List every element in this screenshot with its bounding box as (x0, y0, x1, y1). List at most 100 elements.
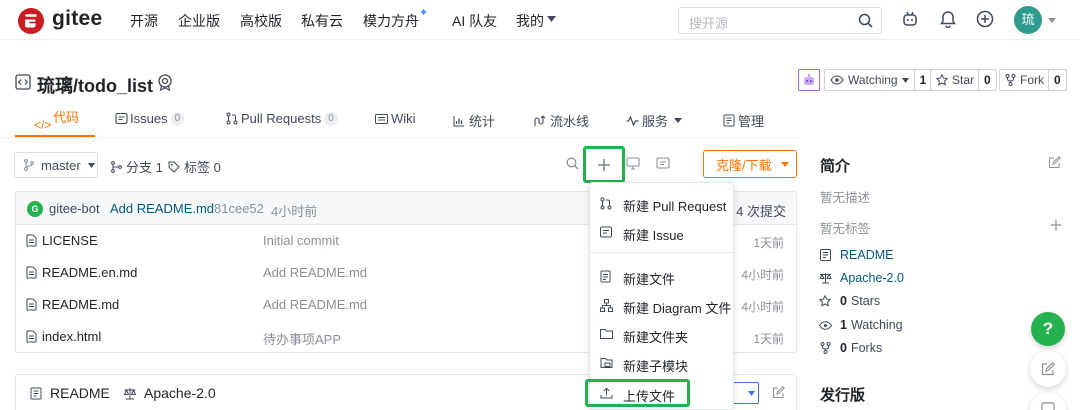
tab-pull-requests[interactable]: Pull Requests 0 (226, 111, 338, 126)
sidebar-readme-link[interactable]: README (820, 248, 893, 262)
star-icon (819, 295, 831, 307)
file-name[interactable]: index.html (42, 329, 101, 344)
menu-new-issue[interactable]: 新建 Issue (590, 219, 733, 247)
watch-count[interactable]: 1 (913, 70, 932, 90)
issue-icon (115, 112, 128, 125)
folder-icon (600, 328, 613, 339)
tab-manage[interactable]: 管理 (723, 111, 764, 130)
star-button[interactable]: Star 0 (930, 69, 997, 91)
code-snippet-icon[interactable] (656, 157, 670, 169)
star-count[interactable]: 0 (978, 70, 996, 90)
file-commit-message[interactable]: Initial commit (263, 233, 339, 248)
nav-ai-teammate[interactable]: AI 队友 (452, 11, 497, 31)
file-name[interactable]: README.en.md (42, 265, 137, 280)
commit-author[interactable]: gitee-bot (49, 201, 100, 216)
edit-intro-icon[interactable] (1048, 156, 1061, 169)
add-tag-icon[interactable] (1050, 219, 1062, 231)
tab-pull-requests-label: Pull Requests (241, 111, 322, 126)
bell-icon[interactable] (940, 10, 956, 28)
file-search-icon[interactable] (566, 157, 579, 170)
tab-code-label: 代码 (53, 110, 80, 125)
plus-circle-icon[interactable] (976, 10, 994, 28)
scale-icon (819, 272, 832, 284)
feedback-button[interactable] (1030, 351, 1066, 387)
nav-private-cloud[interactable]: 私有云 (301, 11, 343, 31)
clone-caret-icon (780, 161, 789, 167)
nav-education[interactable]: 高校版 (240, 11, 282, 31)
file-commit-message[interactable]: Add README.md (263, 265, 367, 280)
sparkle-icon: ✦ (419, 7, 429, 19)
branch-caret-icon (87, 162, 95, 168)
sidebar-watching[interactable]: 1 Watching (819, 318, 903, 332)
fork-button[interactable]: Fork 0 (999, 69, 1067, 91)
sidebar-stars[interactable]: 0 Stars (819, 294, 880, 308)
new-file-button[interactable] (583, 146, 625, 183)
sidebar-license-link[interactable]: Apache-2.0 (819, 271, 904, 285)
stats-icon (453, 115, 465, 127)
fork-icon (1000, 74, 1016, 86)
readme-icon (30, 387, 42, 400)
tab-issues[interactable]: Issues 0 (115, 111, 185, 126)
tab-service[interactable]: 服务 (626, 111, 683, 130)
tags-link[interactable]: 标签 0 (168, 157, 221, 176)
nav-open-source[interactable]: 开源 (130, 11, 158, 31)
commit-hash[interactable]: 81cee52 (214, 201, 264, 216)
menu-new-pull-request[interactable]: 新建 Pull Request (590, 190, 733, 218)
menu-new-diagram[interactable]: 新建 Diagram 文件 (590, 292, 733, 320)
nav-moli[interactable]: 模力方舟 (363, 11, 419, 31)
ai-repo-button[interactable] (798, 69, 820, 91)
repo-title[interactable]: 琉璃/todo_list (37, 72, 153, 98)
tab-code[interactable]: </> 代码 (15, 105, 95, 137)
fork-count[interactable]: 0 (1048, 70, 1066, 90)
branches-link[interactable]: 分支 1 (111, 157, 163, 176)
clone-download-button[interactable]: 克隆/下载 (703, 150, 797, 178)
message-button[interactable] (1030, 392, 1066, 410)
tab-pipeline-label: 流水线 (550, 114, 590, 129)
file-commit-message[interactable]: 待办事项APP (263, 329, 341, 348)
tab-wiki[interactable]: Wiki (375, 111, 416, 126)
file-name[interactable]: README.md (42, 297, 119, 312)
commit-message[interactable]: Add README.md (110, 201, 214, 216)
search-input[interactable]: 搜开源 (678, 7, 882, 34)
file-time: 1天前 (753, 236, 784, 250)
readme-tab[interactable]: README (30, 385, 110, 401)
top-navbar: gitee 开源 企业版 高校版 私有云 模力方舟 ✦ AI 队友 我的 搜开源… (0, 0, 1080, 40)
license-tab[interactable]: Apache-2.0 (123, 385, 216, 401)
manage-icon (723, 114, 735, 127)
sidebar-forks[interactable]: 0 Forks (820, 341, 882, 355)
commit-author-avatar[interactable]: G (27, 201, 43, 217)
service-icon (626, 115, 639, 126)
avatar-caret-icon[interactable] (1048, 18, 1056, 23)
avatar[interactable]: 琉 (1014, 6, 1042, 34)
file-commit-message[interactable]: Add README.md (263, 297, 367, 312)
menu-label: 新建文件 (623, 272, 676, 287)
watch-button[interactable]: Watching 1 (824, 69, 933, 91)
ai-readme-button[interactable] (733, 382, 759, 404)
file-icon (26, 234, 37, 247)
edit-readme-icon[interactable] (772, 386, 785, 399)
menu-new-file[interactable]: 新建文件 (590, 263, 733, 291)
gitee-logo-text[interactable]: gitee (52, 7, 103, 31)
branch-selector[interactable]: master (14, 152, 98, 178)
menu-new-submodule[interactable]: 新建子模块 (590, 350, 733, 378)
menu-label: 新建文件夹 (623, 330, 689, 345)
stars-label: Stars (850, 294, 881, 308)
tab-issues-label: Issues (130, 111, 168, 126)
menu-label: 新建 Issue (623, 228, 684, 243)
search-icon[interactable] (858, 13, 873, 28)
nav-enterprise[interactable]: 企业版 (178, 11, 220, 31)
file-time: 1天前 (753, 332, 784, 346)
file-name[interactable]: LICENSE (42, 233, 98, 248)
gitee-logo-icon[interactable] (18, 8, 44, 34)
help-button[interactable]: ? (1031, 312, 1065, 346)
ai-assistant-icon[interactable] (901, 10, 919, 28)
tab-pipeline[interactable]: 流水线 (534, 111, 589, 130)
clone-label: 克隆/下载 (716, 157, 772, 173)
file-icon (26, 266, 37, 279)
tab-stats[interactable]: 统计 (453, 111, 495, 130)
nav-mine[interactable]: 我的 (516, 11, 544, 31)
web-ide-icon[interactable] (626, 157, 640, 170)
menu-new-folder[interactable]: 新建文件夹 (590, 321, 733, 349)
commit-count[interactable]: 4 次提交 (736, 201, 786, 220)
watching-label: Watching (850, 318, 903, 332)
